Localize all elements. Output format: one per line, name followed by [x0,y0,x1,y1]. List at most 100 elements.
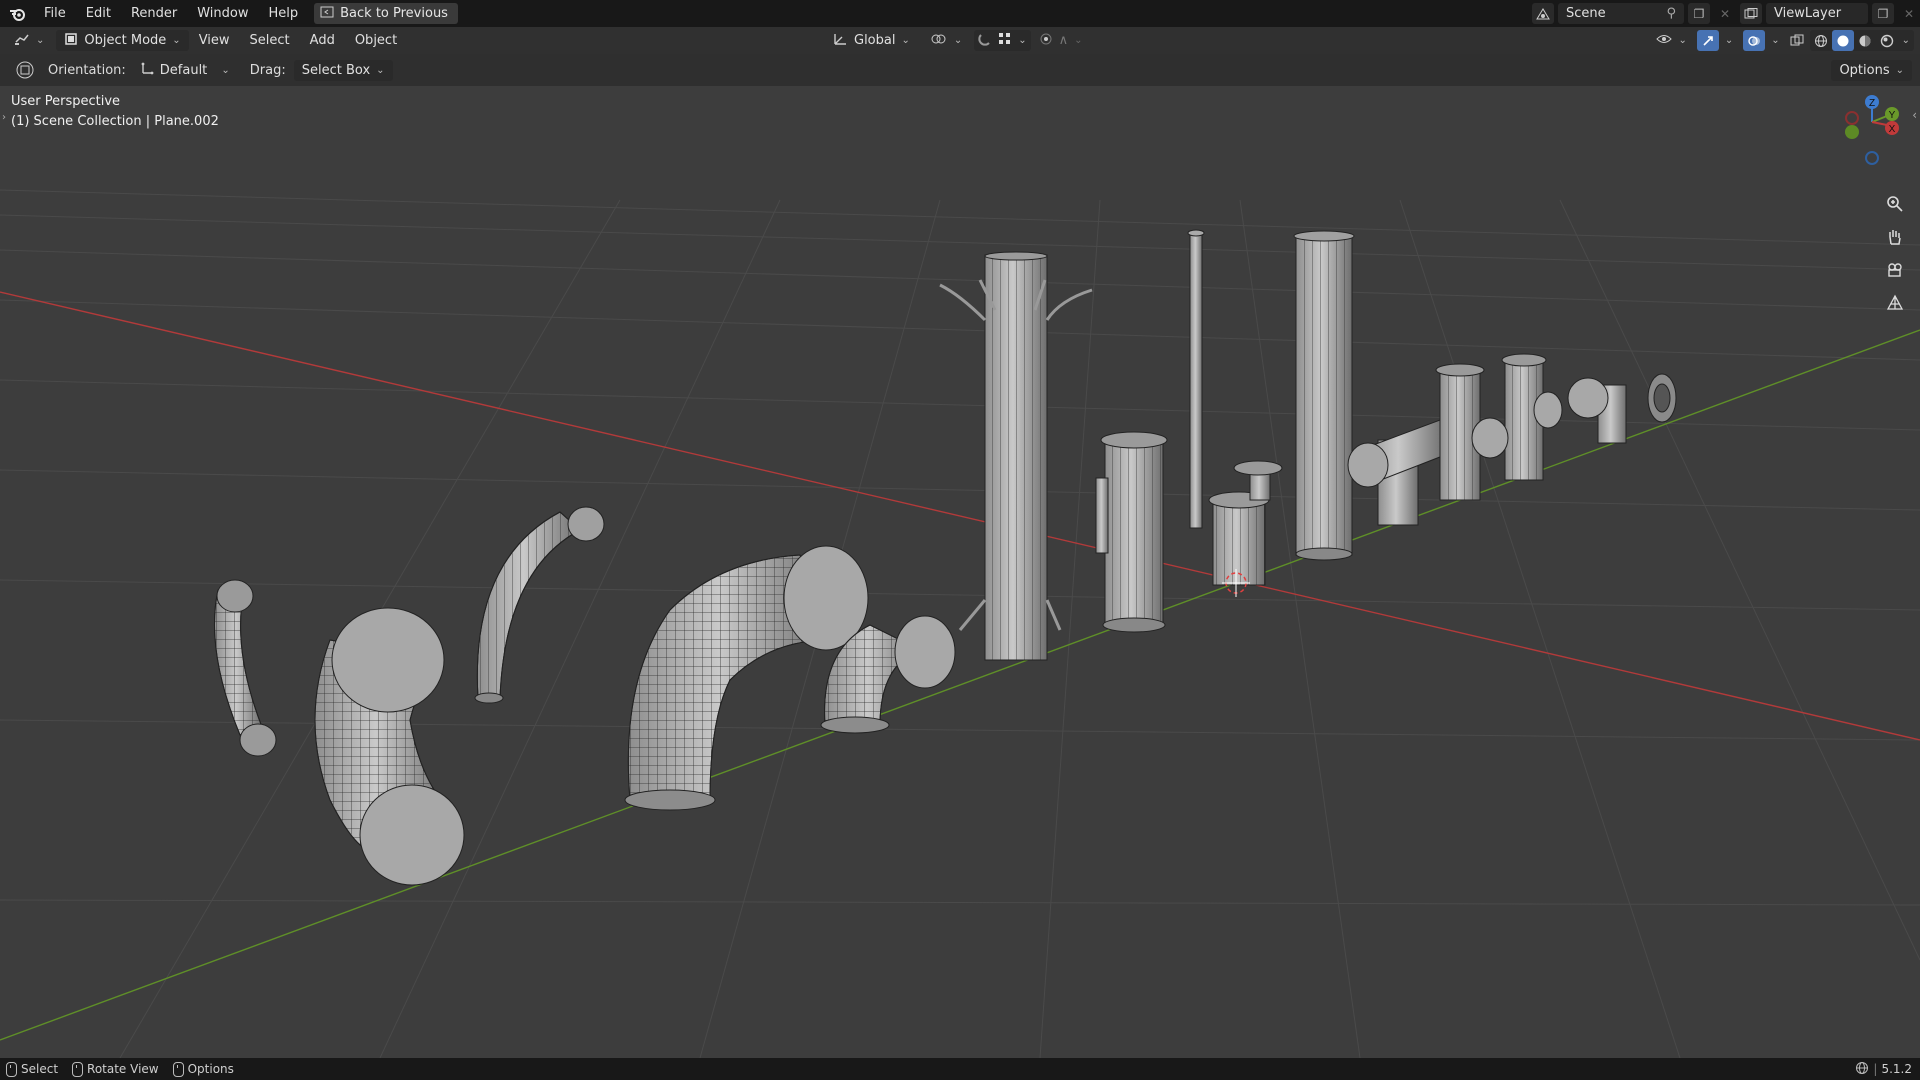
editor-type-icon [14,32,30,50]
pin-icon[interactable]: ⚲ [1666,6,1676,21]
scene-name-field[interactable]: Scene ⚲ [1558,3,1684,24]
solid-shading-icon[interactable] [1831,30,1854,51]
small-bent-pipe [214,579,277,757]
back-icon [320,6,334,22]
tee-pipe-cluster [1347,353,1563,526]
x-axis-line [0,291,1920,741]
status-select: Select [6,1061,59,1077]
top-menu-bar: File Edit Render Window Help Back to Pre… [0,0,1920,27]
material-shading-icon[interactable] [1854,30,1876,51]
drag-dropdown[interactable]: Select Box ⌄ [293,59,393,81]
visibility-icon [1656,33,1673,49]
status-options: Options [172,1061,234,1077]
overlay-toggle[interactable]: ⌄ [1739,30,1783,51]
orientation-icon [140,61,154,79]
menu-add[interactable]: Add [300,27,345,54]
sidebar-collapse-icon[interactable]: › [2,112,6,123]
tall-column-pipe [1293,230,1355,561]
snap-toggle[interactable]: ⌄ [974,30,1031,51]
back-to-previous-button[interactable]: Back to Previous [314,3,458,24]
snap-icon [978,32,992,50]
grid-ortho-icon[interactable] [1882,289,1908,315]
object-mode-dropdown[interactable]: Object Mode ⌄ [56,30,189,51]
proportional-icon [1039,32,1053,50]
viewlayer-name-field[interactable]: ViewLayer [1766,3,1868,24]
falloff-icon: ∧ [1058,33,1069,48]
menu-render[interactable]: Render [121,0,187,27]
status-rotate-label: Rotate View [87,1062,159,1076]
orientation-label: Orientation: [48,62,126,78]
status-select-label: Select [21,1062,59,1076]
blender-logo-icon[interactable] [6,2,30,26]
options-label: Options [1839,62,1890,78]
orientation-dropdown[interactable]: Default ⌄ [132,60,238,81]
new-viewlayer-icon[interactable]: ❐ [1872,3,1894,24]
ring-flange [1647,373,1677,423]
status-rotate: Rotate View [72,1061,159,1077]
tiny-side-pipe [1095,477,1109,554]
camera-icon[interactable] [1882,257,1908,283]
mouse-left-icon [6,1061,17,1077]
zoom-icon[interactable] [1882,191,1908,217]
back-to-previous-label: Back to Previous [340,6,448,21]
gizmo-y-label: Y [1889,110,1896,121]
large-elbow-pipe [314,607,465,886]
menu-edit[interactable]: Edit [76,0,121,27]
transform-orientation-dropdown[interactable]: Global ⌄ [824,30,918,51]
collection-info-label: (1) Scene Collection | Plane.002 [11,114,219,129]
drag-value: Select Box [301,62,371,78]
active-tool-icon[interactable] [14,60,36,81]
editor-type-dropdown[interactable]: ⌄ [6,30,52,51]
gizmo-toggle[interactable]: ⌄ [1693,30,1737,51]
close-viewlayer-icon[interactable]: ✕ [1898,3,1920,24]
viewport-shading-controls: ⌄ ⌄ ⌄ ⌄ [1652,30,1914,51]
pivot-icon [930,32,948,50]
object-mode-icon [64,32,78,50]
snap-grid-icon [998,32,1012,50]
status-options-label: Options [187,1062,234,1076]
hand-pan-icon[interactable] [1882,224,1908,250]
transform-orientation-icon [832,32,848,50]
menu-help[interactable]: Help [259,0,309,27]
thin-arc-pipe [474,506,605,704]
right-sidebar-expand-icon[interactable]: ‹ [1912,108,1917,122]
navigation-gizmo[interactable]: Z Y X [1832,92,1902,172]
proportional-editing-toggle[interactable]: ∧ ⌄ [1035,30,1087,51]
visibility-dropdown[interactable]: ⌄ [1652,30,1690,51]
viewlayer-icon[interactable] [1740,3,1762,24]
xray-icon[interactable] [1786,30,1808,51]
menu-file[interactable]: File [34,0,76,27]
rendered-shading-icon[interactable] [1876,30,1898,51]
y-axis-line [0,329,1920,1041]
transform-controls: Global ⌄ ⌄ ⌄ ∧ ⌄ [824,30,1087,51]
floor-grid [0,189,1920,1058]
close-icon[interactable]: ✕ [1714,3,1736,24]
gizmo-icon [1696,30,1719,51]
transform-orientation-label: Global [854,33,896,48]
viewport-scene [0,189,1920,1058]
options-dropdown[interactable]: Options ⌄ [1831,59,1912,81]
menu-object[interactable]: Object [345,27,407,54]
menu-window[interactable]: Window [187,0,258,27]
overlay-icon [1743,30,1766,51]
status-bar: Select Rotate View Options | 5.1.2 [0,1058,1920,1080]
shading-mode-group: ⌄ [1809,30,1914,51]
wireframe-shading-icon[interactable] [1810,30,1832,51]
short-wide-cylinder [1100,431,1168,633]
object-mode-label: Object Mode [84,33,167,48]
perspective-label: User Perspective [11,94,121,109]
branching-tall-pipe [939,251,1093,661]
drag-label: Drag: [249,62,286,78]
menu-view[interactable]: View [189,27,240,54]
viewlayer-name-label: ViewLayer [1774,6,1842,21]
scene-name-label: Scene [1566,6,1606,21]
menu-select[interactable]: Select [240,27,300,54]
topbar-right: Scene ⚲ ❐ ✕ ViewLayer ❐ ✕ [1532,0,1920,27]
version-label: 5.1.2 [1881,1062,1912,1076]
pivot-dropdown[interactable]: ⌄ [922,30,970,51]
mouse-middle-icon [72,1061,84,1077]
gizmo-z-label: Z [1869,98,1875,109]
scene-icon[interactable] [1532,3,1554,24]
3d-viewport[interactable]: User Perspective (1) Scene Collection | … [0,86,1920,1058]
new-scene-icon[interactable]: ❐ [1688,3,1710,24]
